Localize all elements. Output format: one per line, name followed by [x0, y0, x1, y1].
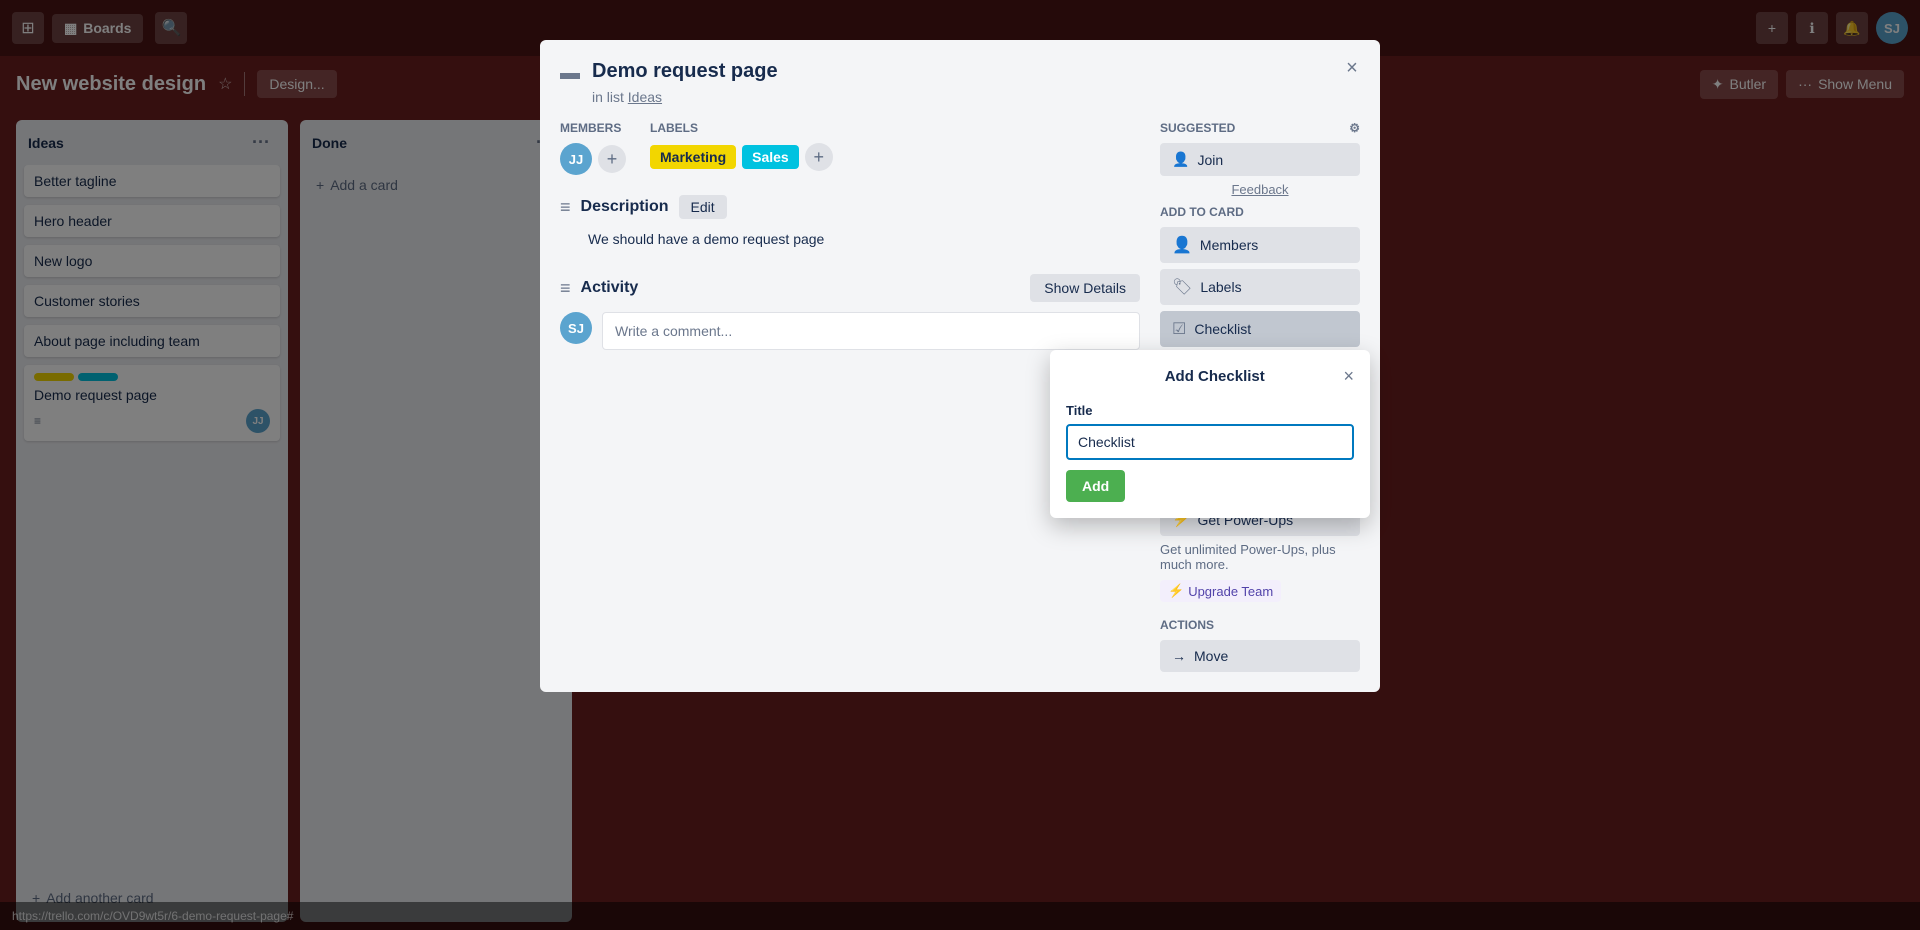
modal-list-ref: in list Ideas — [592, 89, 1360, 105]
upgrade-team-button[interactable]: ⚡ Upgrade Team — [1160, 580, 1281, 602]
gear-icon[interactable]: ⚙ — [1349, 121, 1360, 135]
suggested-title: SUGGESTED ⚙ — [1160, 121, 1360, 135]
modal-close-button[interactable]: × — [1336, 52, 1368, 84]
labels-sidebar-label: Labels — [1200, 279, 1241, 295]
add-to-card-title: ADD TO CARD — [1160, 205, 1360, 219]
label-sales[interactable]: Sales — [742, 145, 799, 169]
checklist-sidebar-icon: ☑ — [1172, 319, 1186, 339]
label-marketing[interactable]: Marketing — [650, 145, 736, 169]
list-link[interactable]: Ideas — [628, 89, 662, 105]
description-icon: ≡ — [560, 197, 571, 218]
move-label: Move — [1194, 648, 1228, 664]
power-ups-desc: Get unlimited Power-Ups, plus much more. — [1160, 542, 1360, 572]
members-sidebar-label: Members — [1200, 237, 1258, 253]
members-sidebar-icon: 👤 — [1172, 235, 1192, 255]
labels-content: Marketing Sales + — [650, 143, 833, 171]
labels-section: LABELS Marketing Sales + — [650, 121, 833, 175]
meta-row: MEMBERS JJ + LABELS Marketing Sales — [560, 121, 1140, 175]
join-button[interactable]: 👤 Join — [1160, 143, 1360, 176]
popup-title-label: Title — [1066, 403, 1354, 418]
add-label-button[interactable]: + — [805, 143, 833, 171]
labels-label: LABELS — [650, 121, 833, 135]
add-checklist-popup: Add Checklist × Title Add — [1050, 350, 1370, 518]
show-details-button[interactable]: Show Details — [1030, 274, 1140, 302]
in-list-label: in list — [592, 89, 624, 105]
checklist-sidebar-button[interactable]: ☑ Checklist — [1160, 311, 1360, 347]
activity-row: SJ Write a comment... — [560, 312, 1140, 350]
add-member-icon: + — [607, 149, 618, 170]
description-title: Description — [581, 198, 669, 216]
members-label: MEMBERS — [560, 121, 626, 135]
popup-close-button[interactable]: × — [1343, 366, 1354, 387]
checklist-add-button[interactable]: Add — [1066, 470, 1125, 502]
upgrade-icon: ⚡ — [1168, 583, 1184, 599]
move-icon: → — [1172, 648, 1186, 664]
activity-avatar-initials: SJ — [568, 321, 584, 336]
upgrade-label: Upgrade Team — [1188, 584, 1273, 599]
feedback-link[interactable]: Feedback — [1160, 182, 1360, 197]
edit-description-button[interactable]: Edit — [679, 195, 727, 219]
checklist-title-input[interactable] — [1066, 424, 1354, 460]
members-content: JJ + — [560, 143, 626, 175]
labels-sidebar-icon: 🏷 — [1172, 277, 1192, 297]
add-member-button[interactable]: + — [598, 145, 626, 173]
activity-title: Activity — [581, 279, 639, 297]
description-section: ≡ Description Edit We should have a demo… — [560, 195, 1140, 250]
move-button[interactable]: → Move — [1160, 640, 1360, 672]
activity-icon: ≡ — [560, 278, 571, 299]
member-initials: JJ — [569, 152, 583, 167]
modal-title-row: ▬ Demo request page — [560, 60, 1360, 85]
members-section: MEMBERS JJ + — [560, 121, 626, 175]
card-icon: ▬ — [560, 62, 580, 85]
activity-header: ≡ Activity Show Details — [560, 274, 1140, 302]
comment-placeholder: Write a comment... — [615, 323, 732, 339]
popup-title: Add Checklist — [1086, 368, 1343, 385]
activity-section: ≡ Activity Show Details SJ Write a comme… — [560, 274, 1140, 350]
labels-sidebar-button[interactable]: 🏷 Labels — [1160, 269, 1360, 305]
popup-header: Add Checklist × — [1066, 366, 1354, 387]
add-label-icon: + — [813, 147, 824, 168]
modal-card-title: Demo request page — [592, 60, 778, 83]
description-text: We should have a demo request page — [588, 229, 1140, 250]
activity-avatar[interactable]: SJ — [560, 312, 592, 344]
comment-input[interactable]: Write a comment... — [602, 312, 1140, 350]
join-label: Join — [1197, 152, 1223, 168]
checklist-sidebar-label: Checklist — [1194, 321, 1251, 337]
member-avatar-jj[interactable]: JJ — [560, 143, 592, 175]
close-icon: × — [1346, 57, 1358, 80]
description-header: ≡ Description Edit — [560, 195, 1140, 219]
actions-title: ACTIONS — [1160, 618, 1360, 632]
join-icon: 👤 — [1172, 151, 1189, 168]
popup-close-icon: × — [1343, 366, 1354, 386]
members-sidebar-button[interactable]: 👤 Members — [1160, 227, 1360, 263]
